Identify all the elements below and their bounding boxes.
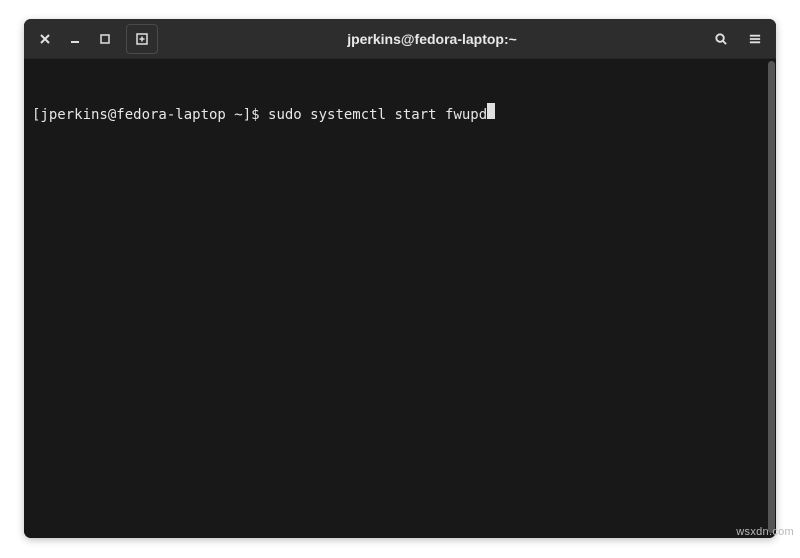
new-tab-button[interactable] [126, 24, 158, 54]
close-button[interactable] [30, 24, 60, 54]
shell-prompt: [jperkins@fedora-laptop ~]$ [32, 106, 268, 125]
terminal-body[interactable]: [jperkins@fedora-laptop ~]$ sudo systemc… [24, 59, 776, 538]
maximize-icon [98, 32, 112, 46]
cursor [487, 103, 495, 119]
titlebar[interactable]: jperkins@fedora-laptop:~ [24, 19, 776, 59]
menu-button[interactable] [740, 24, 770, 54]
shell-command: sudo systemctl start fwupd [268, 106, 487, 125]
search-icon [714, 32, 728, 46]
titlebar-right-controls [706, 24, 770, 54]
terminal-window: jperkins@fedora-laptop:~ [jperkins@fedor… [24, 19, 776, 538]
close-icon [38, 32, 52, 46]
window-title: jperkins@fedora-laptop:~ [162, 31, 702, 47]
minimize-button[interactable] [60, 24, 90, 54]
terminal-line: [jperkins@fedora-laptop ~]$ sudo systemc… [32, 103, 768, 125]
titlebar-left-controls [30, 24, 158, 54]
new-tab-icon [134, 31, 150, 47]
scrollbar[interactable] [768, 61, 775, 533]
menu-icon [748, 32, 762, 46]
minimize-icon [68, 32, 82, 46]
search-button[interactable] [706, 24, 736, 54]
maximize-button[interactable] [90, 24, 120, 54]
watermark: wsxdn.com [736, 526, 794, 538]
